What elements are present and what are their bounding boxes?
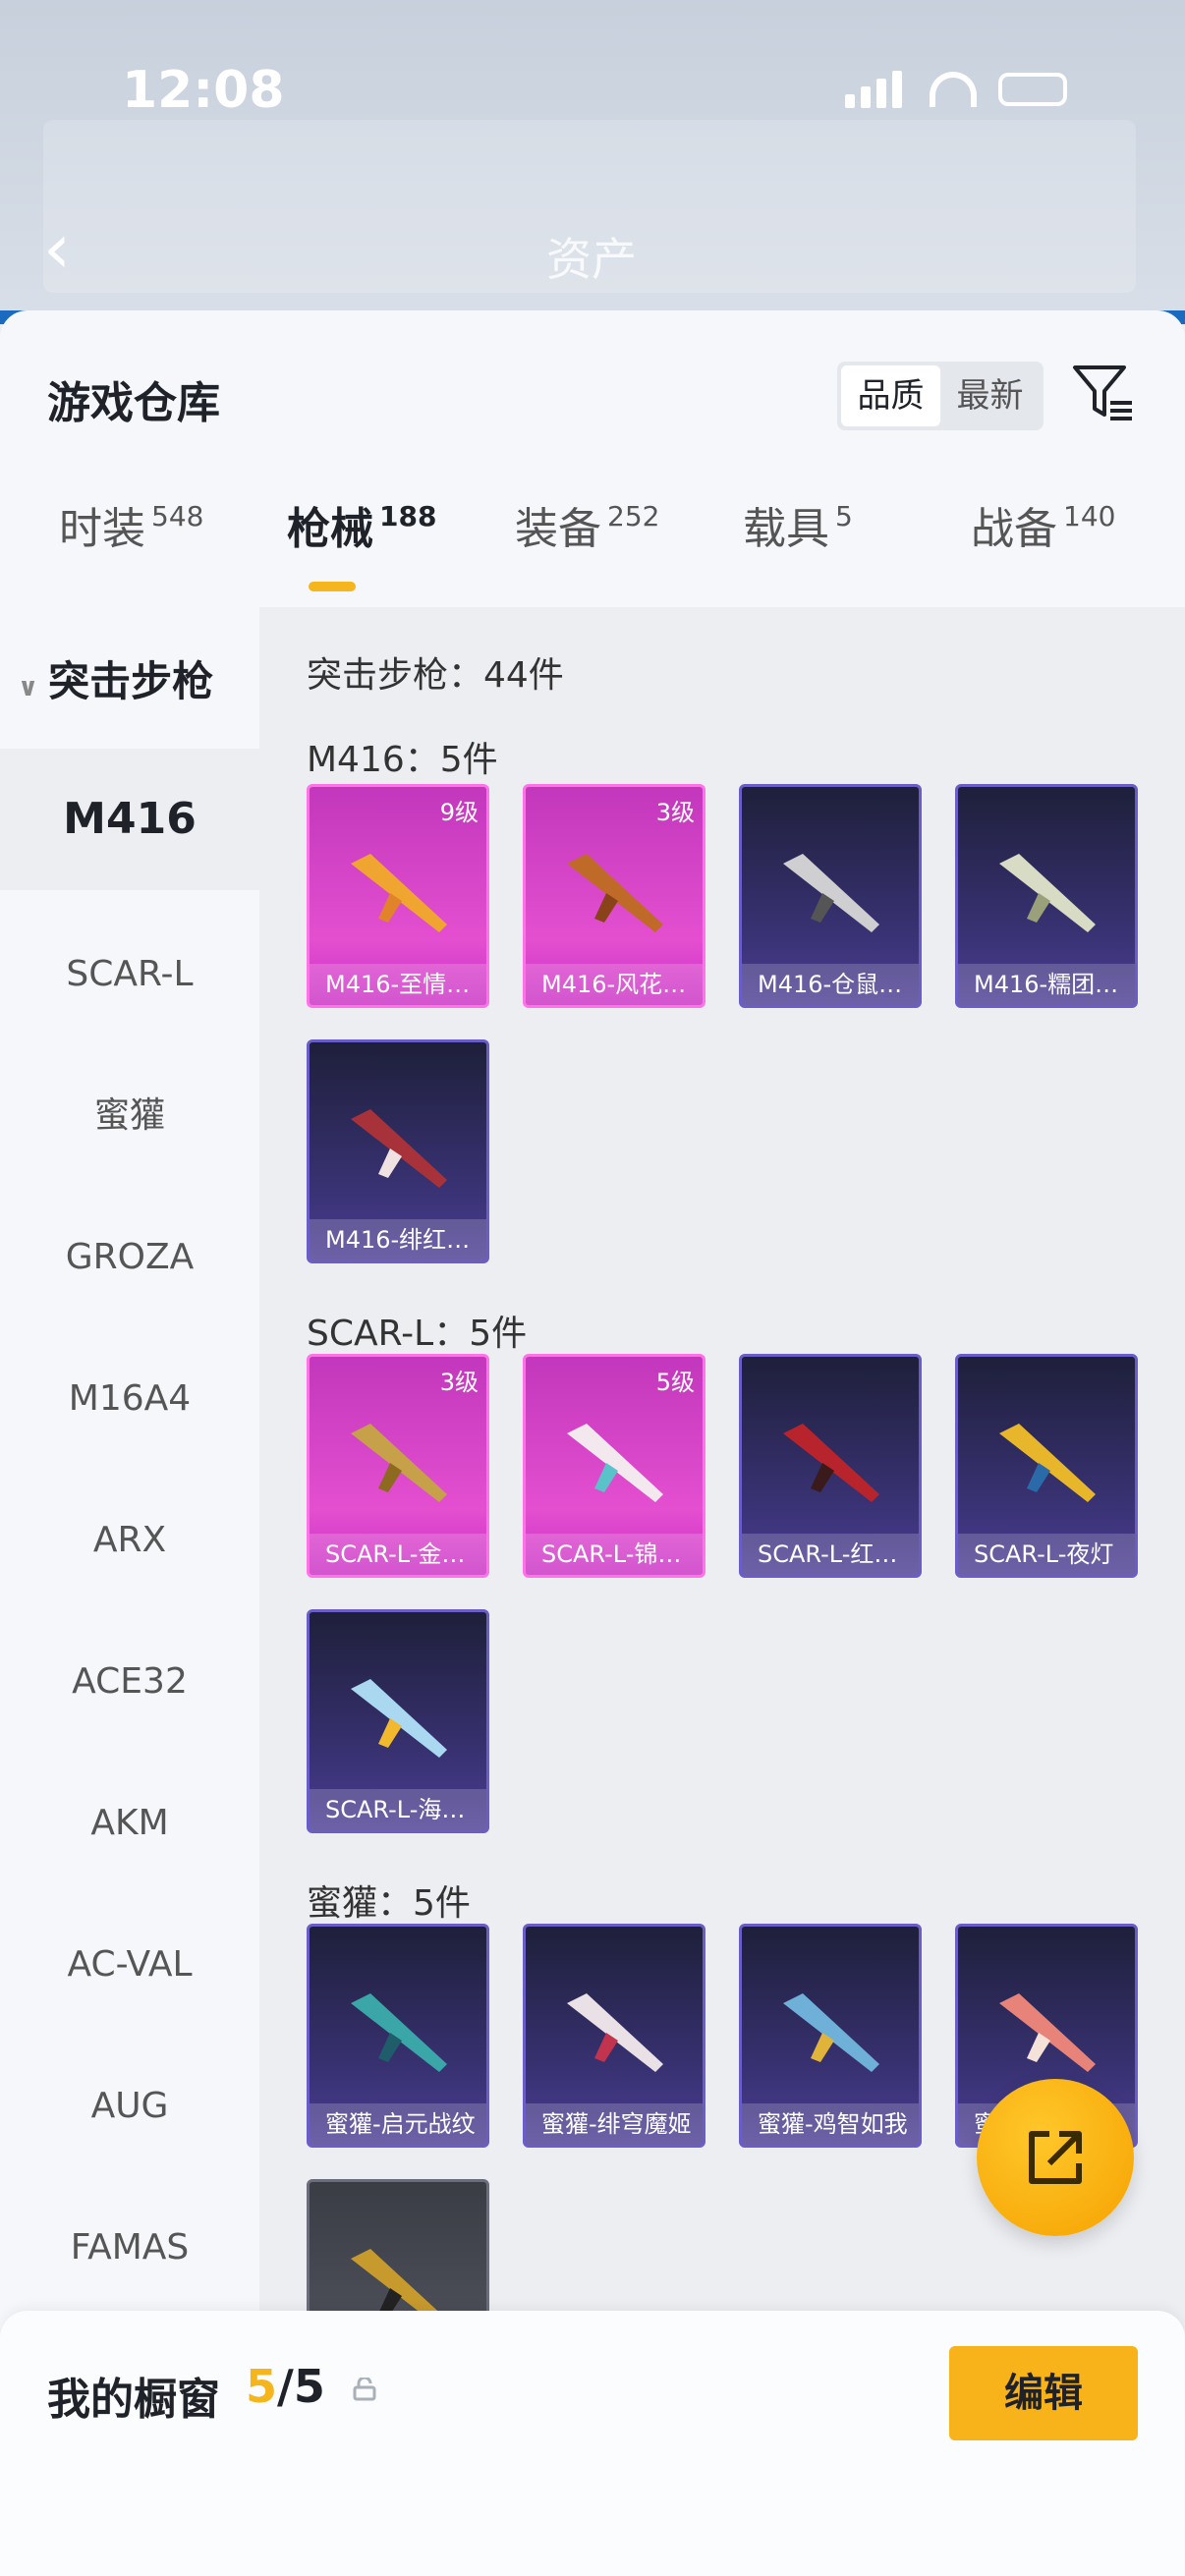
skin-card[interactable]: 3级 M416-风花… xyxy=(523,784,705,1008)
nav-item-m416[interactable]: M416 xyxy=(0,749,259,890)
nav-item-akm[interactable]: AKM xyxy=(0,1753,259,1894)
rifle-icon xyxy=(351,1679,447,1758)
skin-card[interactable]: 蜜獾-鸡智如我 xyxy=(739,1924,922,2148)
rifle-icon xyxy=(567,854,663,932)
tab-guns[interactable]: 枪械 188 xyxy=(287,493,436,556)
wifi-icon xyxy=(930,72,977,107)
group-header: SCAR-L：5件 xyxy=(307,1314,528,1354)
skin-name: SCAR-L-海… xyxy=(310,1789,486,1830)
active-tab-indicator xyxy=(309,582,356,591)
rifle-icon xyxy=(351,1993,447,2072)
sort-newest-button[interactable]: 最新 xyxy=(940,365,1040,426)
skin-card[interactable]: 9级 M416-至情… xyxy=(307,784,489,1008)
sheet-title: 游戏仓库 xyxy=(47,378,220,428)
skin-level: 3级 xyxy=(655,799,695,826)
skin-card[interactable]: M416-绯红… xyxy=(307,1039,489,1263)
skin-card[interactable]: SCAR-L-夜灯 xyxy=(955,1354,1138,1578)
share-button[interactable] xyxy=(977,2079,1134,2236)
chevron-down-icon: ∨ xyxy=(18,673,39,702)
nav-category-header[interactable]: ∨ 突击步枪 xyxy=(18,648,213,708)
rifle-icon xyxy=(783,1993,879,2072)
skin-card[interactable]: M416-仓鼠… xyxy=(739,784,922,1008)
skin-level: 5级 xyxy=(655,1369,695,1396)
nav-item-arx[interactable]: ARX xyxy=(0,1470,259,1611)
rifle-icon xyxy=(351,854,447,932)
share-icon xyxy=(1029,2131,1082,2184)
nav-item-scar-l[interactable]: SCAR-L xyxy=(0,904,259,1045)
signal-icon xyxy=(845,71,908,108)
lock-icon xyxy=(353,2378,376,2401)
status-icons xyxy=(845,71,1067,108)
skin-level: 3级 xyxy=(439,1369,479,1396)
asset-label: 资产 xyxy=(546,233,637,286)
skin-name: SCAR-L-夜灯 xyxy=(958,1534,1135,1575)
back-chevron-icon[interactable]: ‹ xyxy=(43,208,71,289)
nav-item-famas[interactable]: FAMAS xyxy=(0,2177,259,2319)
nav-item-groza[interactable]: GROZA xyxy=(0,1187,259,1328)
rifle-icon xyxy=(999,854,1096,932)
sort-quality-button[interactable]: 品质 xyxy=(841,365,940,426)
tab-vehicles[interactable]: 载具 5 xyxy=(743,493,853,556)
skin-name: 蜜獾-鸡智如我 xyxy=(742,2103,919,2145)
skin-name: 蜜獾-绯穹魔姬 xyxy=(526,2103,703,2145)
group-header: M416：5件 xyxy=(307,740,498,780)
rifle-icon xyxy=(351,1109,447,1188)
group-header: 蜜獾：5件 xyxy=(307,1883,471,1924)
skin-name: 蜜獾-启元战纹 xyxy=(310,2103,486,2145)
skin-name: SCAR-L-红… xyxy=(742,1534,919,1575)
edit-button[interactable]: 编辑 xyxy=(949,2346,1138,2440)
skin-name: SCAR-L-金… xyxy=(310,1534,486,1575)
category-count-header: 突击步枪：44件 xyxy=(307,655,564,696)
background-header: 12:08 ‹ 资产 xyxy=(0,0,1185,324)
skin-card[interactable]: 蜜獾-启元战纹 xyxy=(307,1924,489,2148)
rifle-icon xyxy=(783,854,879,932)
tab-battle-gear[interactable]: 战备 140 xyxy=(971,493,1115,556)
skin-name: M416-至情… xyxy=(310,964,486,1005)
skin-list: 突击步枪：44件 M416：5件 9级 M416-至情… 3级 M416-风花…… xyxy=(259,607,1185,2576)
skin-name: SCAR-L-锦… xyxy=(526,1534,703,1575)
skin-name: M416-绯红… xyxy=(310,1219,486,1260)
rifle-icon xyxy=(567,1424,663,1502)
filter-icon[interactable] xyxy=(1071,360,1136,424)
nav-item-ac-val[interactable]: AC-VAL xyxy=(0,1894,259,2036)
battery-icon xyxy=(998,73,1067,106)
category-tabs: 时装 548 枪械 188 装备 252 载具 5 战备 140 xyxy=(0,493,1185,582)
sort-toggle: 品质 最新 xyxy=(837,362,1044,430)
rifle-icon xyxy=(351,1424,447,1502)
skin-card[interactable]: M416-糯团… xyxy=(955,784,1138,1008)
showcase-count: 5/5 xyxy=(246,2360,325,2413)
skin-card[interactable]: SCAR-L-海… xyxy=(307,1609,489,1833)
skin-level: 9级 xyxy=(439,799,479,826)
skin-card[interactable]: 3级 SCAR-L-金… xyxy=(307,1354,489,1578)
nav-item-m16a4[interactable]: M16A4 xyxy=(0,1328,259,1470)
nav-item-honey-badger[interactable]: 蜜獾 xyxy=(0,1045,259,1187)
rifle-icon xyxy=(567,1993,663,2072)
rifle-icon xyxy=(783,1424,879,1502)
skin-card[interactable]: 5级 SCAR-L-锦… xyxy=(523,1354,705,1578)
nav-item-ace32[interactable]: ACE32 xyxy=(0,1611,259,1753)
skin-card[interactable]: SCAR-L-红… xyxy=(739,1354,922,1578)
showcase-bar: 我的橱窗 5/5 编辑 xyxy=(0,2311,1185,2576)
skin-name: M416-仓鼠… xyxy=(742,964,919,1005)
rifle-icon xyxy=(999,1424,1096,1502)
warehouse-sheet: 游戏仓库 品质 最新 时装 548 枪械 188 装备 252 载具 5 战备 140 ∨… xyxy=(0,310,1185,2576)
skin-name: M416-糯团… xyxy=(958,964,1135,1005)
tab-fashion[interactable]: 时装 548 xyxy=(59,493,203,556)
skin-card[interactable]: 蜜獾-绯穹魔姬 xyxy=(523,1924,705,2148)
status-time: 12:08 xyxy=(122,61,285,120)
showcase-title: 我的橱窗 xyxy=(47,2375,220,2425)
skin-name: M416-风花… xyxy=(526,964,703,1005)
nav-item-aug[interactable]: AUG xyxy=(0,2036,259,2177)
tab-equipment[interactable]: 装备 252 xyxy=(515,493,659,556)
